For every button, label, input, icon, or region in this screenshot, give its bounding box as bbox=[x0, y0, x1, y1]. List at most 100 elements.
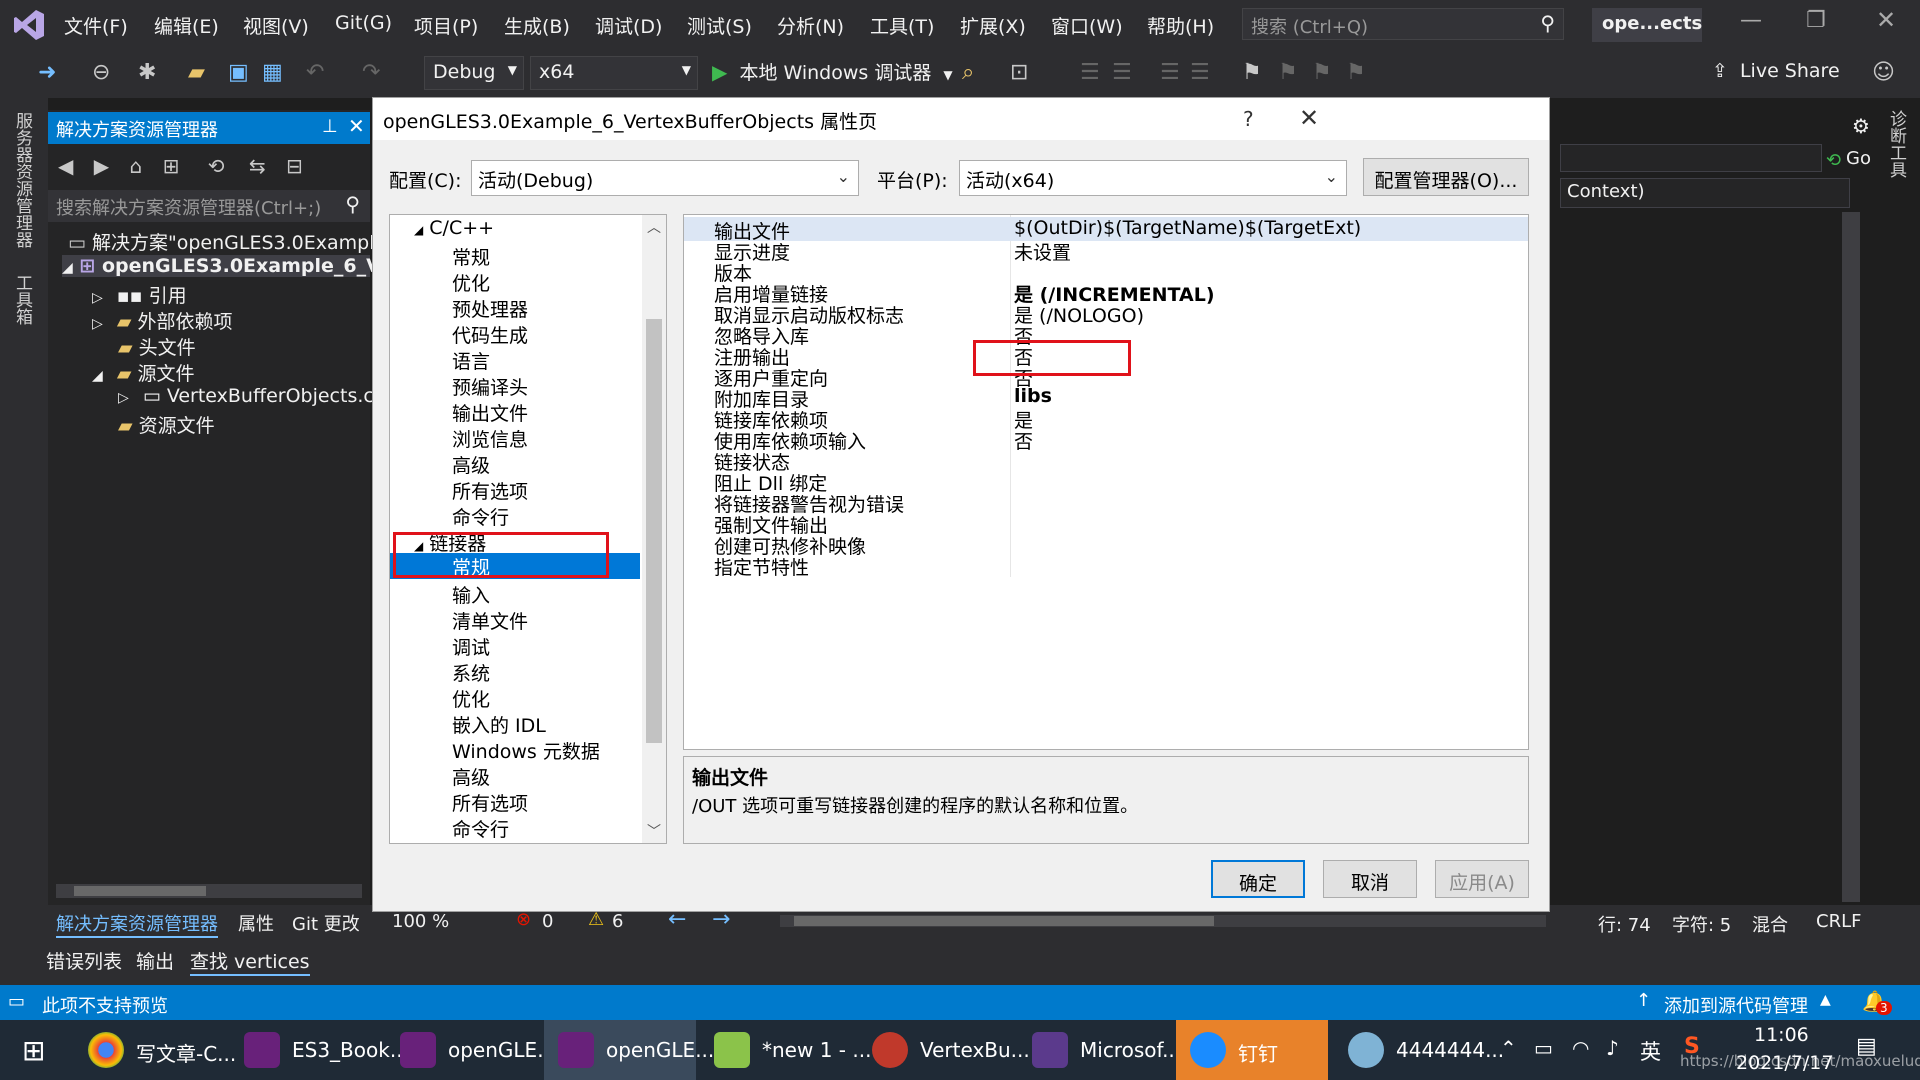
ime-indicator[interactable]: 英 bbox=[1640, 1036, 1661, 1066]
category-cpp[interactable]: ◢ C/C++ bbox=[414, 217, 494, 239]
editor-vscrollbar[interactable] bbox=[1842, 212, 1860, 902]
toolbox-tab[interactable]: 工具箱 bbox=[10, 274, 35, 325]
menu-test[interactable]: 测试(S) bbox=[687, 12, 752, 39]
save-all-icon[interactable]: ▦ bbox=[262, 60, 283, 85]
category-item[interactable]: 预编译头 bbox=[452, 373, 528, 400]
property-value-additional-lib-dirs[interactable]: libs bbox=[1014, 385, 1052, 407]
pin-icon[interactable]: ⊥ bbox=[322, 116, 338, 137]
indent-icon[interactable]: ☰ bbox=[1112, 60, 1132, 85]
scroll-thumb[interactable] bbox=[794, 916, 1214, 926]
switch-views-icon[interactable]: ⊞ bbox=[163, 154, 180, 178]
category-item[interactable]: 命令行 bbox=[452, 503, 509, 530]
category-item[interactable]: 所有选项 bbox=[452, 789, 528, 816]
project-badge[interactable]: ope...ects bbox=[1592, 8, 1702, 42]
battery-icon[interactable]: ▭ bbox=[1534, 1036, 1553, 1060]
category-item[interactable]: 高级 bbox=[452, 763, 490, 790]
close-window-icon[interactable]: ✕ bbox=[1876, 6, 1896, 34]
taskbar-app-vs3-active[interactable]: openGLE... bbox=[544, 1020, 714, 1080]
menu-edit[interactable]: 编辑(E) bbox=[154, 12, 219, 39]
restore-icon[interactable]: ❐ bbox=[1806, 8, 1826, 33]
solution-hscrollbar[interactable] bbox=[56, 884, 362, 898]
warning-count[interactable]: 6 bbox=[612, 911, 623, 932]
menu-help[interactable]: 帮助(H) bbox=[1147, 12, 1214, 39]
redo-icon[interactable]: ↷ bbox=[362, 60, 380, 85]
home-icon[interactable]: ⌂ bbox=[130, 154, 143, 178]
menu-analyze[interactable]: 分析(N) bbox=[777, 12, 844, 39]
category-item[interactable]: 所有选项 bbox=[452, 477, 528, 504]
taskbar-app-dingtalk[interactable]: 钉钉 bbox=[1176, 1020, 1328, 1080]
tree-project[interactable]: ◢ ⊞ openGLES3.0Example_6_Ve bbox=[62, 255, 393, 277]
menu-view[interactable]: 视图(V) bbox=[243, 12, 309, 39]
align-icon[interactable]: ☰ bbox=[1080, 60, 1100, 85]
taskbar-app-vs1[interactable]: ES3_Book... bbox=[230, 1020, 409, 1080]
category-item[interactable]: 输入 bbox=[452, 581, 490, 608]
tray-chevron-icon[interactable]: ⌃ bbox=[1500, 1036, 1517, 1060]
back-icon[interactable]: ◀ bbox=[58, 154, 73, 178]
clock-time[interactable]: 11:06 bbox=[1754, 1024, 1809, 1046]
menu-debug[interactable]: 调试(D) bbox=[595, 12, 662, 39]
config-manager-button[interactable]: 配置管理器(O)... bbox=[1363, 158, 1529, 196]
tree-references[interactable]: ▷ ▪▪ 引用 bbox=[92, 281, 187, 308]
sync-icon[interactable]: ⇆ bbox=[249, 154, 266, 178]
clear-bookmark-icon[interactable]: ⚑ bbox=[1346, 60, 1366, 85]
back-icon[interactable]: ➜ bbox=[38, 60, 56, 85]
taskbar-app-paint[interactable]: 4444444... bbox=[1334, 1020, 1504, 1080]
property-value[interactable]: 是 (/NOLOGO) bbox=[1014, 301, 1144, 328]
platform-select[interactable]: 活动(x64) ⌄ bbox=[959, 160, 1347, 196]
wifi-icon[interactable]: ◠ bbox=[1572, 1036, 1589, 1060]
windows-start-icon[interactable]: ⊞ bbox=[22, 1034, 45, 1067]
category-item[interactable]: 调试 bbox=[452, 633, 490, 660]
menu-tools[interactable]: 工具(T) bbox=[870, 12, 934, 39]
history-icon[interactable]: ⟲ bbox=[208, 154, 225, 178]
action-center-icon[interactable]: ▤ bbox=[1856, 1034, 1877, 1059]
category-item[interactable]: 高级 bbox=[452, 451, 490, 478]
tree-solution[interactable]: ▭ 解决方案"openGLES3.0Example bbox=[68, 228, 386, 255]
add-source-control-button[interactable]: 添加到源代码管理 bbox=[1664, 992, 1808, 1018]
category-item[interactable]: 优化 bbox=[452, 685, 490, 712]
undo-icon[interactable]: ↶ bbox=[306, 60, 324, 85]
zoom-level[interactable]: 100 % bbox=[392, 911, 449, 932]
property-name[interactable]: 指定节特性 bbox=[714, 553, 809, 580]
cancel-button[interactable]: 取消 bbox=[1323, 860, 1417, 898]
editor-dropdown[interactable] bbox=[1560, 144, 1822, 172]
menu-git[interactable]: Git(G) bbox=[335, 12, 392, 34]
category-item[interactable]: 语言 bbox=[452, 347, 490, 374]
menu-file[interactable]: 文件(F) bbox=[64, 12, 128, 39]
forward-icon[interactable]: ▶ bbox=[94, 154, 109, 178]
platform-dropdown[interactable]: x64 ▼ bbox=[530, 56, 698, 90]
category-item[interactable]: 输出文件 bbox=[452, 399, 528, 426]
minimize-icon[interactable]: — bbox=[1740, 8, 1762, 33]
new-item-icon[interactable]: ✱ bbox=[138, 60, 156, 85]
next-bookmark-icon[interactable]: ⚑ bbox=[1312, 60, 1332, 85]
menu-extensions[interactable]: 扩展(X) bbox=[960, 12, 1026, 39]
config-select[interactable]: 活动(Debug) ⌄ bbox=[471, 160, 859, 196]
scroll-down-icon[interactable]: ﹀ bbox=[647, 821, 661, 841]
menu-project[interactable]: 项目(P) bbox=[414, 12, 478, 39]
search-box[interactable]: 搜索 (Ctrl+Q) ⚲ bbox=[1242, 8, 1564, 40]
category-item[interactable]: 常规 bbox=[452, 243, 490, 270]
tree-resources[interactable]: ▰ 资源文件 bbox=[118, 411, 215, 438]
menu-window[interactable]: 窗口(W) bbox=[1051, 12, 1123, 39]
taskbar-app-vs2[interactable]: openGLE... bbox=[386, 1020, 556, 1080]
config-dropdown[interactable]: Debug ▼ bbox=[424, 56, 524, 90]
taskbar-app-chrome[interactable]: 写文章-C... bbox=[74, 1020, 236, 1080]
server-explorer-tab[interactable]: 服务器资源管理器 bbox=[10, 112, 35, 248]
scroll-thumb[interactable] bbox=[74, 886, 206, 896]
collapse-icon[interactable]: ⊟ bbox=[286, 154, 303, 178]
category-item[interactable]: 预处理器 bbox=[452, 295, 528, 322]
volume-icon[interactable]: ♪ bbox=[1606, 1036, 1619, 1060]
tree-source-file[interactable]: ▷ ▭ VertexBufferObjects.c bbox=[118, 385, 374, 407]
category-item[interactable]: 系统 bbox=[452, 659, 490, 686]
category-item[interactable]: 清单文件 bbox=[452, 607, 528, 634]
open-folder-icon[interactable]: ▰ bbox=[188, 60, 205, 85]
tree-sources[interactable]: ◢ ▰ 源文件 bbox=[92, 359, 195, 386]
tree-headers[interactable]: ▰ 头文件 bbox=[118, 333, 196, 360]
comment-icon[interactable]: ☰ bbox=[1160, 60, 1180, 85]
tab-git-changes[interactable]: Git 更改 bbox=[292, 910, 360, 936]
taskbar-app-console[interactable]: Microsof... bbox=[1018, 1020, 1181, 1080]
tab-error-list[interactable]: 错误列表 bbox=[46, 947, 122, 974]
category-item[interactable]: 优化 bbox=[452, 269, 490, 296]
category-item[interactable]: 嵌入的 IDL bbox=[452, 711, 546, 738]
property-value[interactable]: 否 bbox=[1014, 427, 1033, 454]
find-in-files-icon[interactable]: ⌕ bbox=[962, 60, 974, 85]
